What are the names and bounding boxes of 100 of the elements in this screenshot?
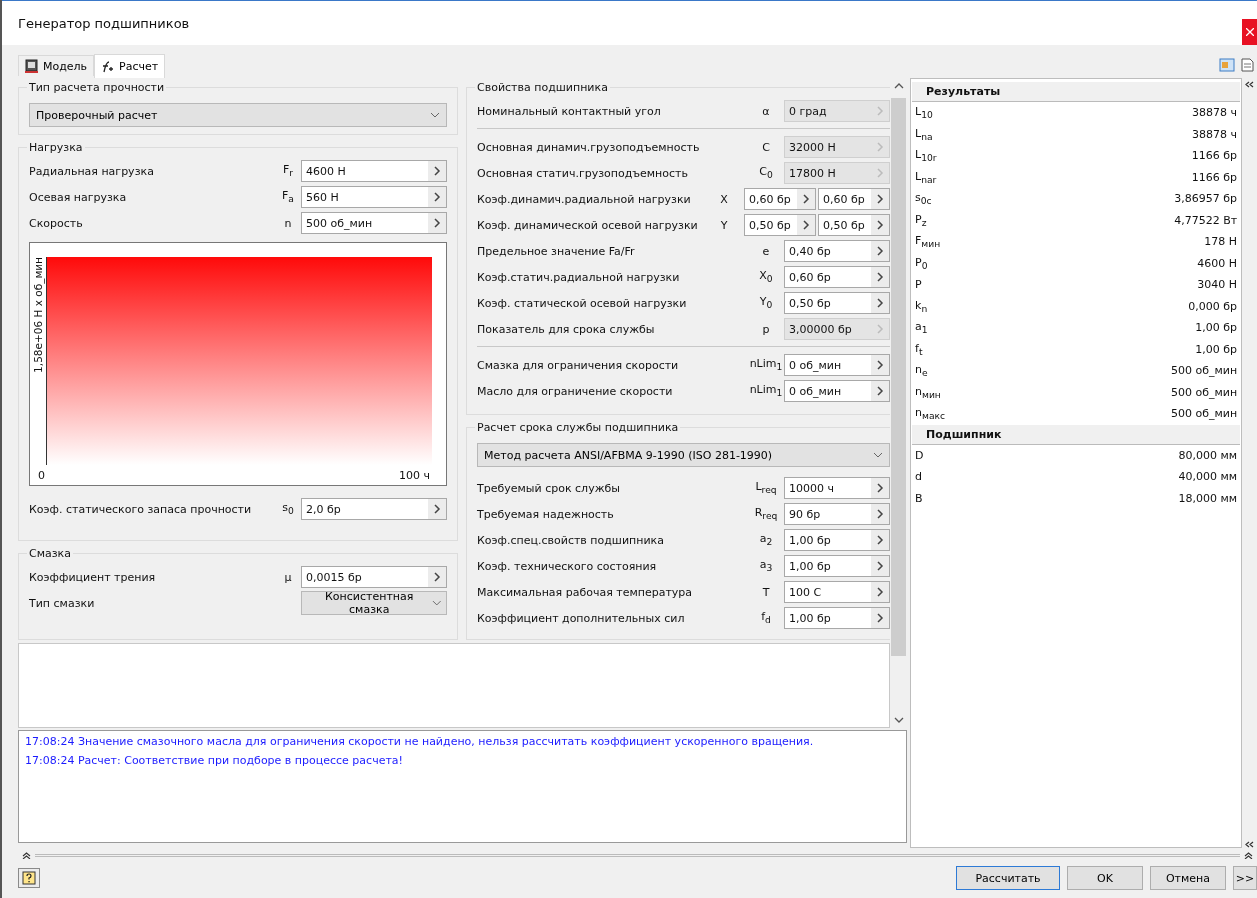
result-value: 500 об_мин (1170, 364, 1238, 378)
input-field[interactable]: 100 C (784, 581, 890, 603)
arrow-button[interactable] (871, 355, 889, 375)
arrow-button[interactable] (797, 215, 815, 235)
result-value: 40,000 мм (1178, 470, 1238, 484)
input-field[interactable]: 0,60 бр (784, 266, 890, 288)
input-field[interactable]: 0,50 бр (784, 292, 890, 314)
close-button[interactable] (1242, 19, 1257, 45)
arrow-button[interactable] (428, 187, 446, 207)
input-field[interactable]: 0 об_мин (784, 380, 890, 402)
field-label: Радиальная нагрузка (29, 164, 155, 178)
symbol-label: p (761, 322, 771, 336)
arrow-button[interactable] (871, 478, 889, 498)
input-field[interactable]: 0,50 бр (818, 214, 890, 236)
help-button[interactable] (18, 868, 40, 888)
result-value: 500 об_мин (1170, 385, 1238, 399)
group-title: Смазка (28, 547, 72, 560)
dialog-button[interactable]: >> (1233, 866, 1257, 890)
input-field[interactable]: 0,50 бр (744, 214, 816, 236)
symbol-label: μ (283, 570, 293, 584)
dropdown[interactable]: Консистентная смазка (301, 591, 447, 615)
tab[interactable]: Модель (18, 55, 95, 76)
chevron-icon (876, 483, 884, 493)
chevron-icon (876, 324, 884, 334)
dropdown[interactable]: Метод расчета ANSI/AFBMA 9-1990 (ISO 281-1990) (477, 443, 890, 467)
input-field[interactable]: 10000 ч (784, 477, 890, 499)
result-value: 1166 бр (1191, 170, 1238, 184)
arrow-button[interactable] (428, 499, 446, 519)
field-label: Основная статич.грузоподъемность (477, 166, 689, 180)
chevron-icon (433, 572, 441, 582)
field-label: Предельное значение Fa/Fr (477, 244, 636, 258)
axis-label: 0 (38, 468, 45, 482)
window-title: Генератор подшипников (18, 15, 190, 31)
field-label: Основная динамич.грузоподъемность (477, 140, 701, 154)
symbol-label: L$_{req}$ (754, 480, 778, 496)
chevron-icon (876, 587, 884, 597)
arrow-button[interactable] (871, 293, 889, 313)
arrow-button[interactable] (871, 241, 889, 261)
input-field[interactable]: 0,60 бр (818, 188, 890, 210)
chevron-icon (802, 220, 810, 230)
result-symbol: L$_{10r}$ (915, 148, 937, 164)
result-symbol: F$_{мин}$ (915, 234, 941, 250)
field-label: Осевая нагрузка (29, 190, 128, 204)
input-field[interactable]: 4600 Н (301, 160, 447, 182)
chevron-icon (876, 298, 884, 308)
arrow-button[interactable] (871, 608, 889, 628)
result-symbol: L$_{nar}$ (915, 169, 937, 185)
arrow-button[interactable] (871, 267, 889, 287)
result-value: 3,86957 бр (1174, 192, 1238, 206)
arrow-button[interactable] (871, 530, 889, 550)
input-field[interactable]: 0,40 бр (784, 240, 890, 262)
result-value: 0,000 бр (1188, 299, 1238, 313)
tab[interactable]: Расчет (94, 54, 166, 78)
arrow-button[interactable] (871, 381, 889, 401)
double-chevron-icon (1245, 81, 1255, 88)
dialog-button[interactable]: OK (1067, 866, 1143, 890)
input-field[interactable]: 0 об_мин (784, 354, 890, 376)
arrow-button[interactable] (871, 215, 889, 235)
result-symbol: k$_{n}$ (915, 298, 928, 314)
arrow-button[interactable] (871, 556, 889, 576)
chevron-icon (876, 246, 884, 256)
dropdown[interactable]: Проверочный расчет (29, 103, 447, 127)
function-icon (101, 59, 115, 74)
model-icon (25, 59, 38, 73)
input-field[interactable]: 0,60 бр (744, 188, 816, 210)
arrow-button[interactable] (428, 567, 446, 587)
input-field[interactable]: 500 об_мин (301, 212, 447, 234)
field-label: Тип смазки (29, 596, 96, 610)
arrow-button[interactable] (871, 504, 889, 524)
arrow-button[interactable] (871, 582, 889, 602)
result-symbol: P$_{0}$ (915, 255, 928, 271)
input-field[interactable]: 2,0 бр (301, 498, 447, 520)
input-field[interactable]: 1,00 бр (784, 529, 890, 551)
input-field[interactable]: 90 бр (784, 503, 890, 525)
input-field[interactable]: 1,00 бр (784, 607, 890, 629)
dialog-button[interactable]: Отмена (1150, 866, 1226, 890)
log-message: 17:08:24 Значение смазочного масла для ограничения скорости не найдено, нельзя рассчитать коэффициент ускоренного вращения. (25, 735, 815, 748)
dialog-button[interactable]: Рассчитать (956, 866, 1060, 890)
arrow-button[interactable] (797, 189, 815, 209)
input-field[interactable]: 1,00 бр (784, 555, 890, 577)
section-header: Результаты (912, 82, 1241, 102)
chevron-icon (433, 166, 441, 176)
input-field[interactable]: 560 Н (301, 186, 447, 208)
input-field[interactable]: 0,0015 бр (301, 566, 447, 588)
arrow-button[interactable] (428, 161, 446, 181)
symbol-label: X (719, 192, 729, 206)
result-symbol: f$_{t}$ (915, 341, 923, 357)
arrow-button[interactable] (871, 189, 889, 209)
result-symbol: D (915, 448, 924, 462)
arrow-button[interactable] (428, 213, 446, 233)
result-value: 3040 Н (1197, 278, 1238, 292)
result-symbol: L$_{na}$ (915, 126, 933, 142)
result-symbol: d (915, 470, 922, 484)
field-label: Коэффициент трения (29, 570, 157, 584)
axis-label: 100 ч (399, 468, 430, 482)
field-label: Коэф. статической осевой нагрузки (477, 296, 688, 310)
chevron-icon (433, 192, 441, 202)
section-header: Подшипник (912, 424, 1241, 445)
symbol-label: Y$_{0}$ (758, 295, 774, 311)
result-symbol: s$_{0c}$ (915, 191, 932, 207)
